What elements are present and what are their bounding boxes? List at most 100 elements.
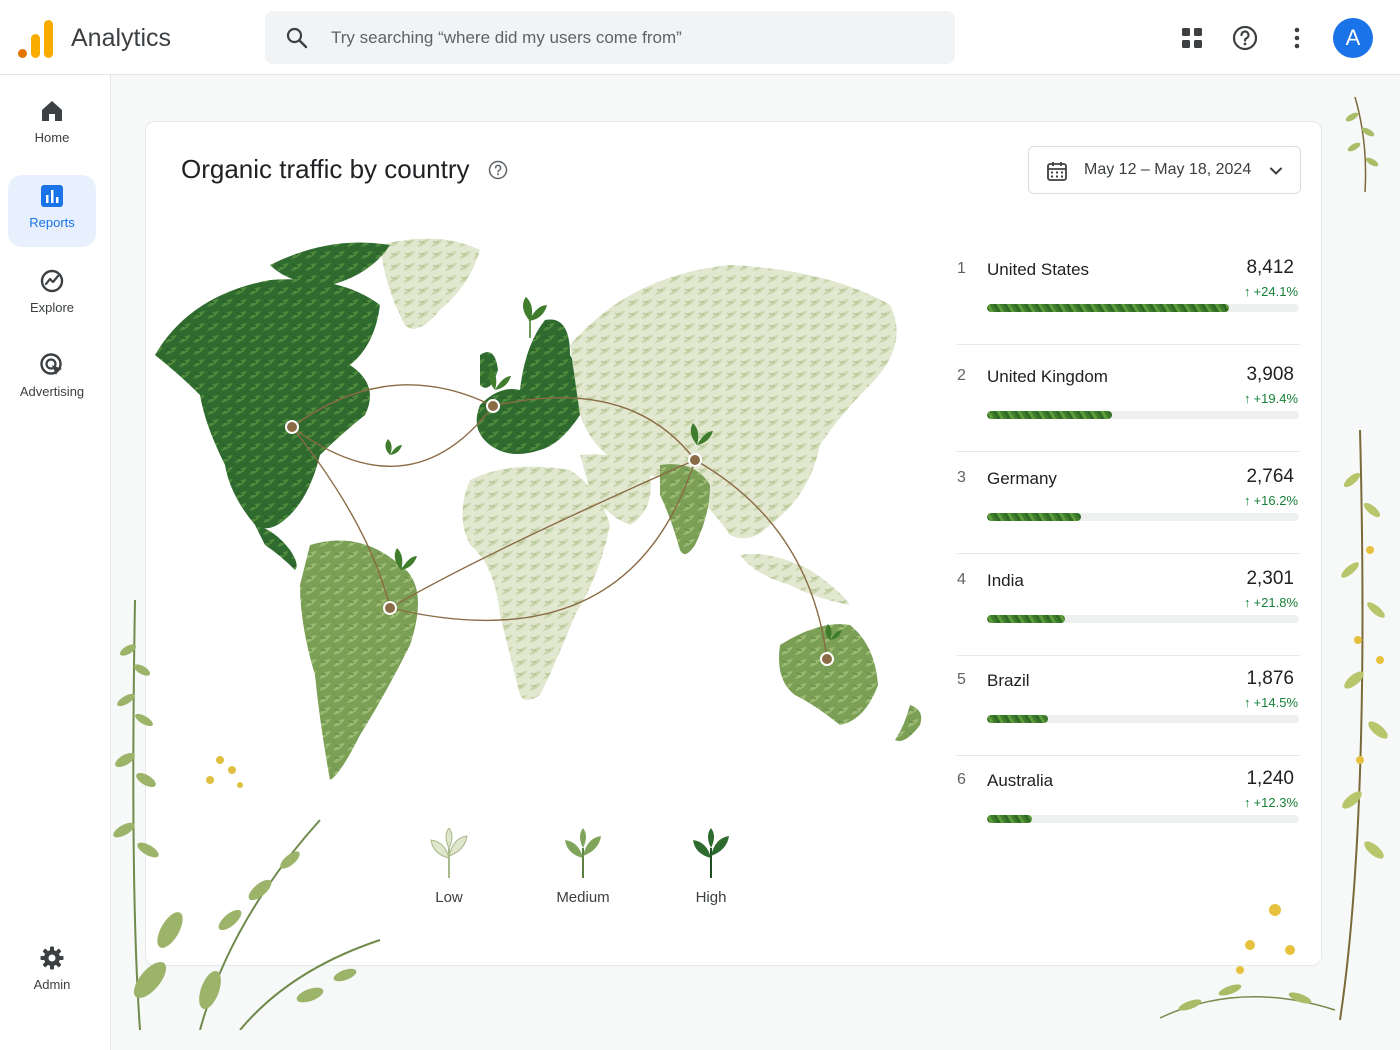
analytics-logo-icon[interactable] xyxy=(18,18,54,58)
arrow-up-icon: ↑ xyxy=(1244,795,1251,810)
sidebar-item-home[interactable]: Home xyxy=(8,90,96,162)
row-divider xyxy=(957,755,1300,756)
sidebar: Home Reports Explore Advertising Admin xyxy=(0,75,111,1050)
top-app-bar: Analytics A xyxy=(0,0,1400,75)
sprout-low-icon xyxy=(430,827,468,878)
fern-decoration-icon xyxy=(113,599,381,1030)
legend-low-label: Low xyxy=(435,889,463,906)
country-change: ↑ +12.3% xyxy=(1244,795,1298,810)
legend-medium-label: Medium xyxy=(556,889,610,906)
africa-region xyxy=(462,466,610,700)
chevron-down-icon xyxy=(1270,167,1282,175)
reports-icon xyxy=(41,185,63,207)
traffic-bar-fill xyxy=(987,715,1048,723)
arctic-islands-region xyxy=(270,242,390,285)
country-name: Brazil xyxy=(987,671,1030,690)
traffic-bar-track xyxy=(987,815,1299,823)
home-icon xyxy=(42,101,62,121)
sprout-medium-icon xyxy=(565,828,601,878)
node-australia[interactable] xyxy=(820,652,834,666)
sidebar-item-explore[interactable]: Explore xyxy=(8,260,96,332)
traffic-bar-fill xyxy=(987,615,1065,623)
country-rank: 3 xyxy=(957,469,966,486)
legend-high-label: High xyxy=(695,889,727,906)
search-input[interactable] xyxy=(331,11,931,64)
country-row[interactable]: 1 United States 8,412 ↑ +24.1% xyxy=(957,257,1300,360)
date-range-label: May 12 – May 18, 2024 xyxy=(1084,161,1252,178)
country-row[interactable]: 3 Germany 2,764 ↑ +16.2% xyxy=(957,466,1300,569)
info-help-icon[interactable] xyxy=(488,160,508,180)
country-rank: 4 xyxy=(957,571,966,588)
sidebar-item-label: Reports xyxy=(29,215,75,230)
southeast-asia-region xyxy=(740,554,850,605)
traffic-bar-fill xyxy=(987,411,1112,419)
country-name: United Kingdom xyxy=(987,367,1108,386)
apps-grid-icon[interactable] xyxy=(1178,24,1206,52)
advertising-icon xyxy=(40,353,62,375)
node-united-kingdom[interactable] xyxy=(486,399,500,413)
more-vert-icon[interactable] xyxy=(1283,24,1311,52)
central-america-region xyxy=(255,525,297,570)
sidebar-item-label: Advertising xyxy=(19,384,85,399)
arrow-up-icon: ↑ xyxy=(1244,695,1251,710)
gear-icon xyxy=(40,946,64,970)
country-rank: 1 xyxy=(957,260,966,277)
country-value: 2,301 xyxy=(1246,568,1294,589)
traffic-bar-track xyxy=(987,304,1299,312)
flower-vine-decoration-icon xyxy=(1339,429,1388,1020)
country-row[interactable]: 6 Australia 1,240 ↑ +12.3% xyxy=(957,768,1300,871)
greenland-region xyxy=(380,238,480,329)
help-icon[interactable] xyxy=(1231,24,1259,52)
sidebar-item-admin[interactable]: Admin xyxy=(8,937,96,1009)
row-divider xyxy=(957,451,1300,452)
country-name: India xyxy=(987,571,1024,590)
search-bar[interactable] xyxy=(265,11,955,64)
avatar[interactable]: A xyxy=(1333,18,1373,58)
sidebar-item-advertising[interactable]: Advertising xyxy=(8,344,96,416)
legend-high: High xyxy=(671,828,751,906)
card-title: Organic traffic by country xyxy=(181,154,470,184)
country-name: Germany xyxy=(987,469,1057,488)
sidebar-item-label: Explore xyxy=(29,300,75,315)
node-india[interactable] xyxy=(688,453,702,467)
country-name: Australia xyxy=(987,771,1054,790)
app-title[interactable]: Analytics xyxy=(71,24,171,53)
country-value: 3,908 xyxy=(1246,364,1294,385)
country-rank: 6 xyxy=(957,771,966,788)
country-row[interactable]: 2 United Kingdom 3,908 ↑ +19.4% xyxy=(957,364,1300,467)
row-divider xyxy=(957,655,1300,656)
country-rank: 5 xyxy=(957,671,966,688)
country-value: 1,240 xyxy=(1246,768,1294,789)
search-icon[interactable] xyxy=(285,26,309,50)
country-value: 1,876 xyxy=(1246,668,1294,689)
sprig-decoration-icon xyxy=(1345,96,1379,192)
country-row[interactable]: 5 Brazil 1,876 ↑ +14.5% xyxy=(957,668,1300,771)
country-change: ↑ +16.2% xyxy=(1244,493,1298,508)
sidebar-item-label: Admin xyxy=(33,977,71,992)
traffic-bar-fill xyxy=(987,815,1033,823)
traffic-bar-track xyxy=(987,715,1299,723)
arrow-up-icon: ↑ xyxy=(1244,284,1251,299)
legend-medium: Medium xyxy=(543,828,623,906)
country-value: 2,764 xyxy=(1246,466,1294,487)
calendar-icon xyxy=(1047,162,1067,181)
country-value: 8,412 xyxy=(1246,257,1294,278)
sidebar-item-label: Home xyxy=(34,130,70,145)
flower-cluster-decoration-icon xyxy=(1159,904,1336,1019)
australia-region xyxy=(779,624,878,725)
traffic-bar-track xyxy=(987,615,1299,623)
node-united-states[interactable] xyxy=(285,420,299,434)
traffic-bar-fill xyxy=(987,304,1230,312)
traffic-bar-fill xyxy=(987,513,1081,521)
new-zealand-region xyxy=(895,705,922,741)
legend-low: Low xyxy=(409,827,489,906)
country-change: ↑ +19.4% xyxy=(1244,391,1298,406)
country-change: ↑ +14.5% xyxy=(1244,695,1298,710)
country-change: ↑ +24.1% xyxy=(1244,284,1298,299)
explore-icon xyxy=(40,269,64,293)
country-change: ↑ +21.8% xyxy=(1244,595,1298,610)
country-rank: 2 xyxy=(957,367,966,384)
sidebar-item-reports[interactable]: Reports xyxy=(8,175,96,247)
date-range-picker[interactable]: May 12 – May 18, 2024 xyxy=(1028,146,1301,194)
country-row[interactable]: 4 India 2,301 ↑ +21.8% xyxy=(957,568,1300,671)
